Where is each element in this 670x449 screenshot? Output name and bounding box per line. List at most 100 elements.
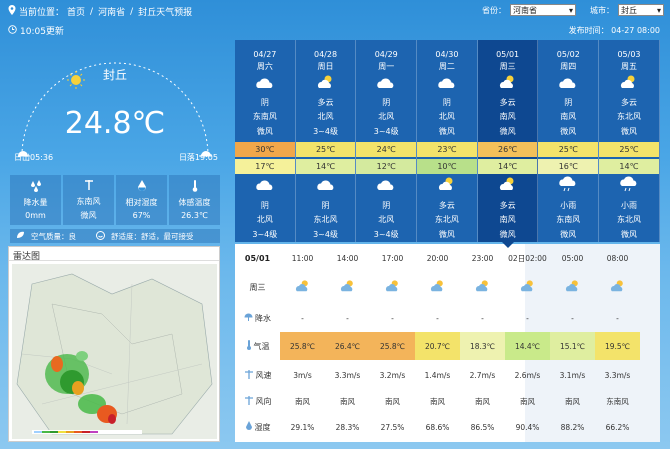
hourly-temp-row: 气温 25.8℃ 26.4℃ 25.8℃ 20.7℃ 18.3℃ 14.4℃ 15.1℃ 19.… <box>235 332 660 360</box>
hour-wind-speed: 3.3m/s <box>604 370 631 380</box>
breadcrumb-province[interactable]: 河南省 <box>98 5 125 18</box>
night-wind-level: 3~4级 <box>313 230 338 239</box>
low-temp: 16℃ <box>538 159 599 174</box>
stat-humidity: 相对湿度 67% <box>116 175 167 225</box>
hour-wind-speed: 3.1m/s <box>559 370 586 380</box>
high-temp: 25℃ <box>599 142 659 157</box>
clock-icon <box>8 24 17 37</box>
low-temp: 14℃ <box>599 159 659 174</box>
hour-temp: 18.3℃ <box>460 332 505 360</box>
forecast-weekday: 周三 <box>499 62 516 71</box>
hour-rain: - <box>301 313 304 323</box>
forecast-day-05-03[interactable]: 05/03 周五 多云 东北风 微风 25℃ 14℃ 小雨 东北风 微风 <box>599 40 660 242</box>
stat-feels-like: 体感温度 26.3℃ <box>169 175 220 225</box>
hour-time: 08:00 <box>606 253 629 263</box>
day-wind: 南风 <box>499 112 516 121</box>
leaf-icon <box>16 231 25 241</box>
day-wind-level: 微风 <box>256 127 273 136</box>
row-label: 气温 <box>235 340 280 352</box>
night-wind: 东南风 <box>556 215 581 224</box>
partly-cloudy-icon <box>595 279 640 295</box>
day-wind: 东北风 <box>616 112 641 121</box>
rain-cloud-icon <box>599 176 659 195</box>
forecast-day-04-30[interactable]: 04/30 周二阴北风 微风 23℃ 10℃ 多云 东北风 微风 <box>417 40 478 242</box>
forecast-day-05-01[interactable]: 05/01 周三 多云 南风 微风 26℃ 14℃ 多云 南风 微风 <box>477 40 539 242</box>
cloud-icon <box>235 74 295 93</box>
thermometer-icon <box>246 340 252 352</box>
location-pin-icon <box>8 5 16 18</box>
hour-rain: - <box>526 313 529 323</box>
province-value: 河南省 <box>513 5 537 15</box>
night-weather: 阴 <box>382 201 391 210</box>
seven-day-forecast: 04/27 周六阴东南风 微风 30℃ 17℃ 阴北风 3~4级 04/28 周日 多云 北风 3~4… <box>235 40 660 242</box>
forecast-date: 05/02 <box>556 50 580 59</box>
day-weather: 阴 <box>382 98 391 107</box>
city-select[interactable]: 封丘 ▾ <box>618 4 664 16</box>
stat-label: 体感温度 <box>178 197 211 207</box>
radar-title: 雷达图 <box>9 247 219 262</box>
stat-precipitation: 降水量 0mm <box>10 175 61 225</box>
hourly-weekday: 周三 <box>249 282 266 292</box>
rain-cloud-icon <box>538 176 598 195</box>
air-comfort-bar: 空气质量：良 舒适度：舒适，最可接受 <box>10 229 220 243</box>
cloud-icon <box>296 176 356 195</box>
night-wind: 东北风 <box>313 215 338 224</box>
hour-rain: - <box>391 313 394 323</box>
smile-icon <box>96 230 105 242</box>
hour-humidity: 28.3% <box>335 422 360 432</box>
hour-humidity: 68.6% <box>425 422 450 432</box>
city-name: 封丘 <box>102 68 127 82</box>
current-weather: 封丘 24.8℃ 日出05:36 日落19:05 <box>10 40 220 168</box>
hour-wind-direction: 南风 <box>430 396 445 406</box>
night-wind-level: 3~4级 <box>373 230 399 239</box>
cloud-icon <box>538 74 598 93</box>
hour-time: 23:00 <box>471 253 494 263</box>
hum-label: 湿度 <box>254 422 271 432</box>
forecast-weekday: 周二 <box>438 62 455 71</box>
forecast-day-04-27[interactable]: 04/27 周六阴东南风 微风 30℃ 17℃ 阴北风 3~4级 <box>235 40 296 242</box>
breadcrumb-prefix: 当前位置： <box>19 8 65 18</box>
partly-cloudy-icon <box>280 279 325 295</box>
partly-cloudy-icon <box>415 279 460 295</box>
row-label: 风向 <box>235 395 280 407</box>
partly-cloudy-icon <box>460 279 505 295</box>
night-weather: 小雨 <box>560 201 577 210</box>
forecast-day-04-29[interactable]: 04/29 周一阴北风 3~4级 24℃ 12℃ 阴北风 3~4级 <box>356 40 418 242</box>
hour-rain: - <box>571 313 574 323</box>
city-value: 封丘 <box>621 5 637 15</box>
day-weather: 阴 <box>260 98 269 107</box>
hour-wind-speed: 2.6m/s <box>514 370 541 380</box>
row-label: 05/01 <box>235 254 280 263</box>
province-select[interactable]: 河南省 ▾ <box>510 4 576 16</box>
hour-humidity: 27.5% <box>380 422 405 432</box>
row-label: 周三 <box>235 282 280 293</box>
dir-label: 风向 <box>255 396 272 406</box>
hourly-day: 05/01 <box>244 253 271 263</box>
hour-wind-direction: 南风 <box>565 396 580 406</box>
forecast-day-05-02[interactable]: 05/02 周四阴南风 微风 25℃ 16℃ 小雨 东南风 微风 <box>538 40 600 242</box>
day-weather: 多云 <box>317 98 334 107</box>
hour-humidity: 29.1% <box>290 422 315 432</box>
chevron-down-icon: ▾ <box>656 5 661 15</box>
wind-label: 风速 <box>255 370 272 380</box>
breadcrumb-home[interactable]: 首页 <box>67 5 85 18</box>
night-weather: 多云 <box>438 201 455 210</box>
breadcrumb-current: 封丘天气预报 <box>138 8 193 18</box>
forecast-date: 04/30 <box>435 50 459 59</box>
radar-panel[interactable]: 雷达图 <box>8 246 220 442</box>
forecast-date: 05/01 <box>496 50 520 59</box>
day-weather: 多云 <box>620 98 637 107</box>
hour-wind-speed: 3.2m/s <box>379 370 406 380</box>
update-time: 10:05更新 <box>8 24 64 37</box>
day-wind: 北风 <box>438 112 455 121</box>
hour-wind-direction: 南风 <box>520 396 535 406</box>
night-wind: 南风 <box>499 215 516 224</box>
stat-value: 26.3℃ <box>181 211 208 221</box>
hour-rain: - <box>346 313 349 323</box>
day-wind-level: 微风 <box>499 127 516 136</box>
forecast-day-04-28[interactable]: 04/28 周日 多云 北风 3~4级 25℃ 14℃ 阴东北风 3~4级 <box>295 40 357 242</box>
hour-time: 17:00 <box>381 253 404 263</box>
stat-wind: 东南风 微风 <box>63 175 114 225</box>
hour-temp: 26.4℃ <box>325 332 370 360</box>
row-label: 湿度 <box>235 421 280 433</box>
